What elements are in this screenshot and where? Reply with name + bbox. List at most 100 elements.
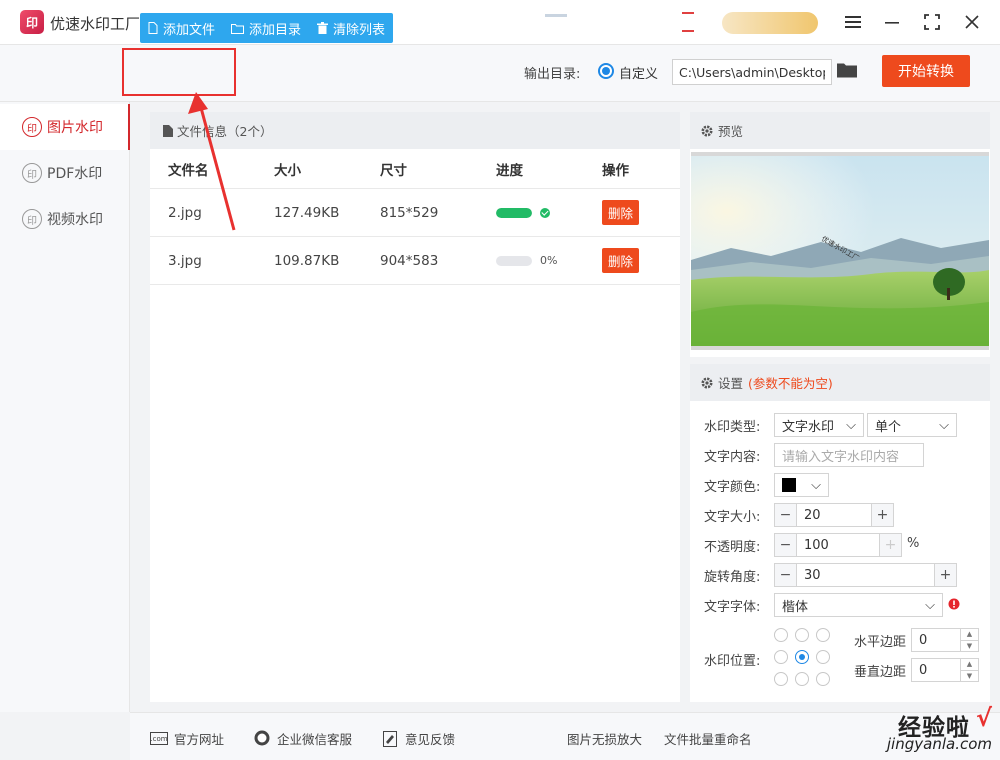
position-label: 水印位置: bbox=[704, 654, 761, 669]
sidebar-item-label: 图片水印 bbox=[47, 120, 103, 136]
chevron-up-icon[interactable]: ▲ bbox=[961, 659, 978, 671]
add-file-button[interactable]: 添加文件 bbox=[148, 19, 215, 38]
content-label: 文字内容: bbox=[704, 450, 761, 465]
chevron-down-icon[interactable]: ▼ bbox=[961, 671, 978, 682]
sidebar-item-label: PDF水印 bbox=[47, 166, 103, 182]
sidebar-item-label: 视频水印 bbox=[47, 212, 103, 228]
type-label: 水印类型: bbox=[704, 420, 761, 435]
start-convert-button[interactable]: 开始转换 bbox=[882, 55, 970, 87]
settings-title: 设置 bbox=[718, 376, 744, 391]
file-progress bbox=[496, 207, 602, 218]
position-bottom-right[interactable] bbox=[816, 672, 830, 686]
position-bottom-left[interactable] bbox=[774, 672, 788, 686]
footer-feedback[interactable]: 意见反馈 bbox=[380, 729, 455, 748]
file-button-group: 添加文件 添加目录 清除列表 bbox=[140, 13, 394, 43]
gear-icon bbox=[701, 125, 713, 136]
footer-image-upscale[interactable]: 图片无损放大 bbox=[567, 729, 642, 748]
file-name: 2.jpg bbox=[168, 204, 202, 221]
position-top-center[interactable] bbox=[795, 628, 809, 642]
chevron-down-icon[interactable]: ▼ bbox=[961, 641, 978, 652]
position-top-left[interactable] bbox=[774, 628, 788, 642]
column-header-dimensions: 尺寸 bbox=[380, 162, 407, 179]
chevron-down-icon: ⌵ bbox=[925, 597, 935, 613]
rotate-label: 旋转角度: bbox=[704, 570, 761, 585]
text-color-picker[interactable]: ⌵ bbox=[774, 473, 829, 497]
output-path-input[interactable] bbox=[672, 59, 832, 85]
increase-button[interactable]: + bbox=[871, 504, 893, 526]
footer-label: 官方网址 bbox=[174, 732, 225, 747]
opacity-stepper[interactable]: − 100 + bbox=[774, 533, 902, 557]
add-directory-button[interactable]: 添加目录 bbox=[231, 19, 301, 38]
check-icon bbox=[540, 207, 550, 218]
document-icon bbox=[163, 124, 173, 137]
sidebar-item-image-watermark[interactable]: 印 图片水印 bbox=[0, 104, 130, 150]
v-margin-label: 垂直边距 bbox=[854, 665, 907, 680]
font-family-select[interactable]: 楷体 ⌵ bbox=[774, 593, 943, 617]
sidebar-item-pdf-watermark[interactable]: 印 PDF水印 bbox=[0, 150, 130, 196]
v-margin-stepper[interactable]: 0 ▲ ▼ bbox=[911, 658, 979, 682]
folder-outline-icon bbox=[231, 23, 245, 34]
vip-badge[interactable] bbox=[722, 12, 818, 34]
watermark-mode-value: 单个 bbox=[875, 419, 902, 435]
preview-panel: 预览 优速水印工厂 bbox=[690, 112, 990, 357]
preview-image: 优速水印工厂 bbox=[691, 152, 989, 350]
decrease-button[interactable]: − bbox=[775, 534, 797, 556]
footer-wechat-support[interactable]: 企业微信客服 bbox=[252, 729, 352, 748]
table-row: 3.jpg 109.87KB 904*583 0% 删除 bbox=[150, 237, 680, 285]
chevron-down-icon: ⌵ bbox=[939, 417, 949, 433]
footer-label: 意见反馈 bbox=[405, 732, 456, 747]
minimize-icon[interactable] bbox=[880, 10, 904, 34]
position-bottom-center[interactable] bbox=[795, 672, 809, 686]
stamp-icon: 印 bbox=[22, 209, 42, 229]
column-header-name: 文件名 bbox=[168, 162, 209, 179]
titlebar-decoration bbox=[545, 14, 567, 17]
footer-official-site[interactable]: .com 官方网址 bbox=[150, 729, 224, 748]
file-name: 3.jpg bbox=[168, 252, 202, 269]
position-middle-right[interactable] bbox=[816, 650, 830, 664]
warning-icon bbox=[948, 598, 960, 610]
maximize-icon[interactable] bbox=[920, 10, 944, 34]
close-icon[interactable] bbox=[960, 10, 984, 34]
watermark-type-select[interactable]: 文字水印 ⌵ bbox=[774, 413, 864, 437]
column-header-size: 大小 bbox=[274, 162, 301, 179]
rotation-stepper[interactable]: − 30 + bbox=[774, 563, 957, 587]
position-middle-center[interactable] bbox=[795, 650, 809, 664]
menu-icon[interactable] bbox=[841, 10, 865, 34]
footer-label: 企业微信客服 bbox=[277, 732, 353, 747]
preview-header: 预览 bbox=[690, 112, 990, 149]
increase-button[interactable]: + bbox=[934, 564, 956, 586]
decrease-button[interactable]: − bbox=[775, 504, 797, 526]
delete-button[interactable]: 删除 bbox=[602, 200, 640, 225]
font-family-value: 楷体 bbox=[782, 599, 809, 615]
sidebar-item-video-watermark[interactable]: 印 视频水印 bbox=[0, 196, 130, 242]
watermark-mode-select[interactable]: 单个 ⌵ bbox=[867, 413, 957, 437]
clear-list-button[interactable]: 清除列表 bbox=[317, 19, 385, 38]
chevron-down-icon: ⌵ bbox=[811, 477, 821, 493]
h-margin-stepper[interactable]: 0 ▲ ▼ bbox=[911, 628, 979, 652]
font-size-value: 20 bbox=[804, 507, 821, 523]
rotation-value: 30 bbox=[804, 567, 821, 583]
folder-icon[interactable] bbox=[837, 62, 857, 82]
color-label: 文字颜色: bbox=[704, 480, 761, 495]
h-margin-value: 0 bbox=[919, 632, 928, 648]
custom-dir-radio[interactable] bbox=[598, 63, 614, 79]
tutorial-highlight-box bbox=[122, 48, 236, 96]
font-size-stepper[interactable]: − 20 + bbox=[774, 503, 894, 527]
chat-icon bbox=[252, 730, 271, 747]
app-logo: 印 bbox=[20, 10, 44, 34]
position-top-right[interactable] bbox=[816, 628, 830, 642]
footer-batch-rename[interactable]: 文件批量重命名 bbox=[664, 729, 752, 748]
gear-icon bbox=[701, 377, 713, 388]
v-margin-value: 0 bbox=[919, 662, 928, 678]
file-list-panel: 文件信息（2个） 文件名 大小 尺寸 进度 操作 2.jpg 127.49KB … bbox=[150, 112, 680, 702]
position-middle-left[interactable] bbox=[774, 650, 788, 664]
add-file-label: 添加文件 bbox=[163, 22, 216, 38]
decrease-button[interactable]: − bbox=[775, 564, 797, 586]
chevron-up-icon[interactable]: ▲ bbox=[961, 629, 978, 641]
font-label: 文字字体: bbox=[704, 600, 761, 615]
delete-button[interactable]: 删除 bbox=[602, 248, 640, 273]
preview-title: 预览 bbox=[718, 124, 744, 139]
text-content-input[interactable]: 请输入文字水印内容 bbox=[774, 443, 924, 467]
custom-dir-label: 自定义 bbox=[619, 67, 659, 82]
increase-button[interactable]: + bbox=[879, 534, 901, 556]
